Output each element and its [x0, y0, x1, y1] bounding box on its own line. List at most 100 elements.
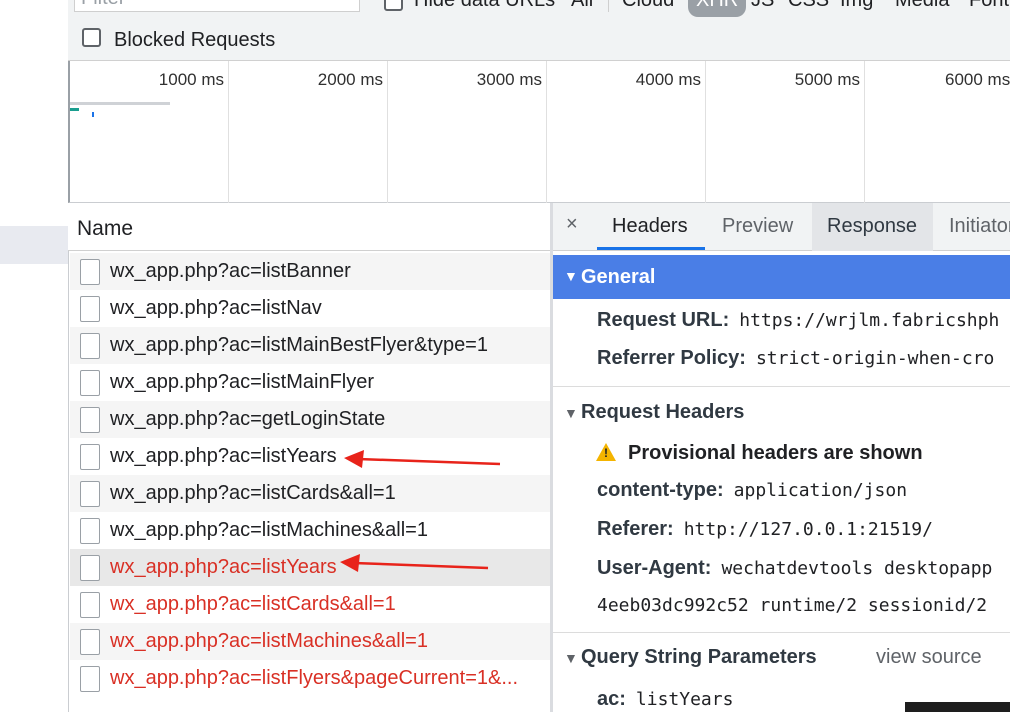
tab-initiator[interactable]: Initiator: [949, 215, 1010, 238]
request-name: wx_app.php?ac=getLoginState: [110, 408, 386, 430]
tab-preview[interactable]: Preview: [722, 215, 793, 238]
referer-row: Referer: http://127.0.0.1:21519/: [597, 518, 933, 541]
annotation-arrow: [340, 554, 489, 572]
request-row[interactable]: wx_app.php?ac=listNav: [70, 290, 550, 327]
dark-overlay-corner: [905, 702, 1010, 712]
request-row[interactable]: wx_app.php?ac=listCards&all=1: [70, 475, 550, 512]
file-icon: [80, 518, 100, 544]
overview-bar: [70, 108, 79, 111]
file-icon: [80, 259, 100, 285]
tick-line: [705, 61, 706, 203]
request-name: wx_app.php?ac=listMainBestFlyer&type=1: [110, 334, 488, 356]
file-icon: [80, 296, 100, 322]
general-title: General: [581, 266, 656, 288]
hide-data-urls-label: Hide data URLs: [414, 0, 556, 11]
request-row[interactable]: wx_app.php?ac=listMachines&all=1: [70, 623, 550, 660]
type-filter-js[interactable]: JS: [751, 0, 774, 12]
request-row[interactable]: wx_app.php?ac=listMachines&all=1: [70, 512, 550, 549]
user-agent-continuation: 4eeb03dc992c52 runtime/2 sessionid/2: [597, 595, 988, 616]
request-name: wx_app.php?ac=listNav: [110, 297, 322, 319]
request-row[interactable]: wx_app.php?ac=listMainFlyer: [70, 364, 550, 401]
hide-data-urls-checkbox[interactable]: [384, 0, 403, 11]
user-agent-key: User-Agent:: [597, 557, 712, 579]
view-source-link[interactable]: view source: [876, 646, 982, 669]
type-filter-img[interactable]: Img: [840, 0, 873, 12]
tick-label: 4000 ms: [635, 70, 701, 89]
filter-input[interactable]: Filter: [74, 0, 360, 12]
blocked-requests-label: Blocked Requests: [114, 29, 276, 51]
request-row[interactable]: wx_app.php?ac=listBanner: [70, 253, 550, 290]
provisional-headers-warning: Provisional headers are shown: [628, 442, 923, 464]
query-string-title: Query String Parameters: [581, 646, 817, 668]
tick-label: 3000 ms: [476, 70, 542, 89]
type-filter-separator: [608, 0, 609, 12]
referrer-policy-key: Referrer Policy:: [597, 347, 746, 369]
request-name: wx_app.php?ac=listMachines&all=1: [110, 630, 428, 652]
request-name: wx_app.php?ac=listFlyers&pageCurrent=1&.…: [110, 667, 519, 689]
query-param-value: listYears: [635, 689, 734, 710]
gutter-highlight: [0, 226, 68, 264]
content-type-value: application/json: [733, 480, 908, 501]
file-icon: [80, 407, 100, 433]
request-name: wx_app.php?ac=listYears: [110, 556, 337, 578]
request-headers-section-header[interactable]: ▼ Request Headers: [553, 401, 1010, 425]
referrer-policy-row: Referrer Policy: strict-origin-when-cro: [597, 347, 994, 370]
referrer-policy-value: strict-origin-when-cro: [755, 348, 995, 369]
request-row[interactable]: wx_app.php?ac=listCards&all=1: [70, 586, 550, 623]
annotation-arrow: [344, 450, 501, 468]
query-param-key: ac:: [597, 688, 626, 710]
type-filter-font[interactable]: Font: [969, 0, 1009, 12]
file-icon: [80, 629, 100, 655]
caret-down-icon: ▼: [564, 405, 578, 421]
referer-key: Referer:: [597, 518, 674, 540]
active-tab-indicator: [597, 247, 705, 250]
type-filter-cloud[interactable]: Cloud: [622, 0, 674, 12]
type-filter-xhr[interactable]: XHR: [688, 0, 747, 17]
name-column-label: Name: [77, 217, 134, 240]
type-filter-css[interactable]: CSS: [788, 0, 829, 12]
tick-label: 6000 ms: [945, 70, 1010, 89]
tab-response[interactable]: Response: [827, 215, 917, 238]
request-name: wx_app.php?ac=listCards&all=1: [110, 482, 396, 504]
request-name: wx_app.php?ac=listMachines&all=1: [110, 519, 428, 541]
file-icon: [80, 666, 100, 692]
warning-mark: !: [604, 446, 608, 460]
tick-line: [546, 61, 547, 203]
tick-line: [228, 61, 229, 203]
file-icon: [80, 333, 100, 359]
left-gutter: [0, 0, 68, 712]
overview-bar: [70, 102, 170, 105]
section-divider: [553, 632, 1010, 633]
request-url-value: https://wrjlm.fabricshph: [739, 310, 1000, 331]
caret-down-icon: ▼: [564, 650, 578, 666]
request-row[interactable]: wx_app.php?ac=listFlyers&pageCurrent=1&.…: [70, 660, 550, 697]
user-agent-value: wechatdevtools desktopapp: [721, 558, 993, 579]
content-type-row: content-type: application/json: [597, 479, 907, 502]
request-url-row: Request URL: https://wrjlm.fabricshph: [597, 309, 999, 332]
query-param-row: ac: listYears: [597, 688, 733, 711]
name-column-header[interactable]: Name: [68, 203, 551, 251]
user-agent-row: User-Agent: wechatdevtools desktopapp: [597, 557, 992, 580]
blocked-requests-checkbox[interactable]: [82, 28, 101, 47]
file-icon: [80, 444, 100, 470]
file-icon: [80, 592, 100, 618]
caret-down-icon: ▼: [564, 268, 578, 284]
tick-line: [387, 61, 388, 203]
tab-headers[interactable]: Headers: [612, 215, 688, 238]
general-section-header[interactable]: ▼ General: [553, 255, 1010, 299]
request-name: wx_app.php?ac=listMainFlyer: [110, 371, 375, 393]
request-name: wx_app.php?ac=listYears: [110, 445, 337, 467]
type-filter-media[interactable]: Media: [895, 0, 949, 12]
request-url-key: Request URL:: [597, 309, 730, 331]
section-divider: [553, 386, 1010, 387]
close-icon[interactable]: ×: [566, 213, 578, 236]
request-name: wx_app.php?ac=listCards&all=1: [110, 593, 396, 615]
tick-line: [864, 61, 865, 203]
tick-label: 5000 ms: [794, 70, 860, 89]
file-icon: [80, 370, 100, 396]
type-filter-all[interactable]: All: [571, 0, 593, 12]
referer-value: http://127.0.0.1:21519/: [683, 519, 933, 540]
request-row[interactable]: wx_app.php?ac=getLoginState: [70, 401, 550, 438]
request-row[interactable]: wx_app.php?ac=listMainBestFlyer&type=1: [70, 327, 550, 364]
content-type-key: content-type:: [597, 479, 724, 501]
